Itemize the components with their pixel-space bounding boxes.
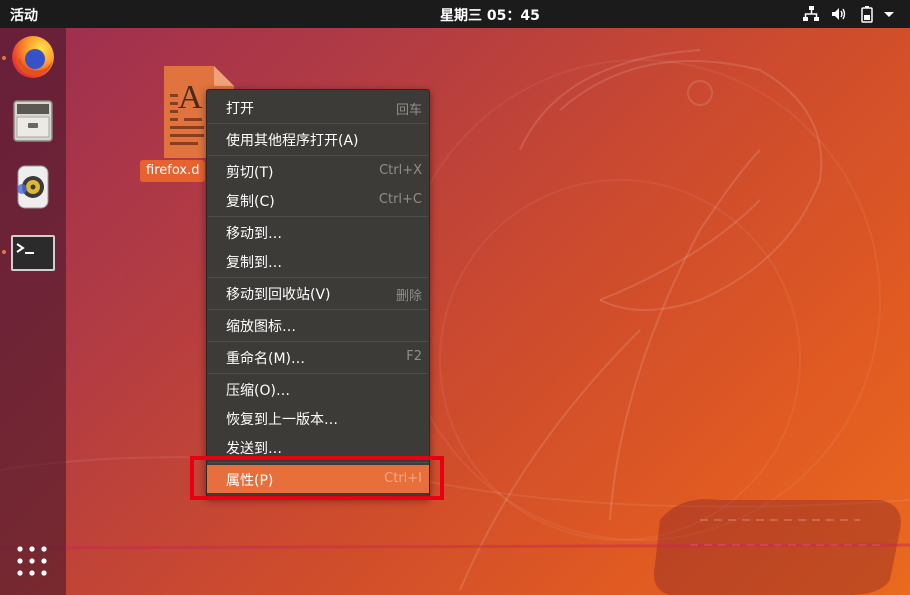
menu-item-open-with[interactable]: 使用其他程序打开(A) [207, 125, 429, 153]
top-bar: 活动 星期三 05：45 [0, 0, 910, 28]
menu-item-cut[interactable]: 剪切(T) Ctrl+X [207, 157, 429, 185]
menu-item-shortcut: F2 [406, 349, 422, 364]
menu-item-resize-icon[interactable]: 缩放图标… [207, 311, 429, 339]
menu-item-revert[interactable]: 恢复到上一版本… [207, 404, 429, 432]
menu-separator [208, 123, 428, 124]
annotation-highlight-box [190, 456, 444, 500]
menu-item-copy-to[interactable]: 复制到… [207, 247, 429, 275]
menu-separator [208, 277, 428, 278]
battery-icon[interactable] [858, 5, 876, 23]
menu-item-label: 压缩(O)… [226, 383, 290, 399]
firefox-icon[interactable] [8, 32, 58, 82]
menu-item-shortcut: Ctrl+X [379, 163, 422, 178]
dropdown-arrow-icon[interactable] [882, 5, 896, 23]
menu-item-label: 复制(C) [226, 194, 275, 210]
menu-item-shortcut: 回车 [395, 103, 422, 118]
menu-item-label: 移动到… [226, 226, 282, 242]
menu-item-label: 发送到… [226, 441, 282, 457]
app-grid-icon[interactable] [16, 545, 48, 577]
menu-item-label: 重命名(M)… [226, 351, 306, 367]
activities-button[interactable]: 活动 [10, 5, 38, 25]
speaker-icon[interactable] [8, 162, 58, 212]
menu-separator [208, 309, 428, 310]
menu-item-label: 打开 [226, 101, 254, 117]
file-cabinet-icon[interactable] [8, 96, 58, 146]
menu-item-label: 复制到… [226, 255, 282, 271]
menu-item-move-to[interactable]: 移动到… [207, 218, 429, 246]
menu-separator [208, 155, 428, 156]
network-icon[interactable] [802, 5, 820, 23]
menu-item-label: 使用其他程序打开(A) [226, 133, 359, 149]
menu-item-label: 缩放图标… [226, 319, 296, 335]
running-indicator [2, 250, 6, 254]
running-indicator [2, 56, 6, 60]
menu-item-label: 移动到回收站(V) [226, 287, 331, 303]
menu-item-rename[interactable]: 重命名(M)… F2 [207, 343, 429, 371]
dock [0, 28, 66, 595]
wallpaper-art [0, 49, 910, 595]
menu-separator [208, 341, 428, 342]
menu-item-copy[interactable]: 复制(C) Ctrl+C [207, 186, 429, 214]
clock[interactable]: 星期三 05：45 [440, 5, 540, 25]
menu-item-move-to-trash[interactable]: 移动到回收站(V) 删除 [207, 279, 429, 307]
terminal-icon[interactable] [8, 228, 58, 278]
menu-separator [208, 216, 428, 217]
menu-item-label: 恢复到上一版本… [226, 412, 338, 428]
menu-item-shortcut: 删除 [395, 289, 422, 304]
context-menu: 打开 回车 使用其他程序打开(A) 剪切(T) Ctrl+X 复制(C) Ctr… [206, 89, 430, 498]
desktop-screen: 活动 星期三 05：45 A firefox.d 打开 回车 使用其他程序打开(… [0, 0, 910, 595]
volume-icon[interactable] [830, 5, 848, 23]
file-name-label[interactable]: firefox.d [140, 160, 206, 182]
menu-item-open[interactable]: 打开 回车 [207, 93, 429, 121]
menu-separator [208, 373, 428, 374]
menu-item-shortcut: Ctrl+C [378, 192, 422, 207]
svg-text:A: A [178, 79, 203, 116]
menu-item-compress[interactable]: 压缩(O)… [207, 375, 429, 403]
menu-item-label: 剪切(T) [226, 165, 274, 181]
